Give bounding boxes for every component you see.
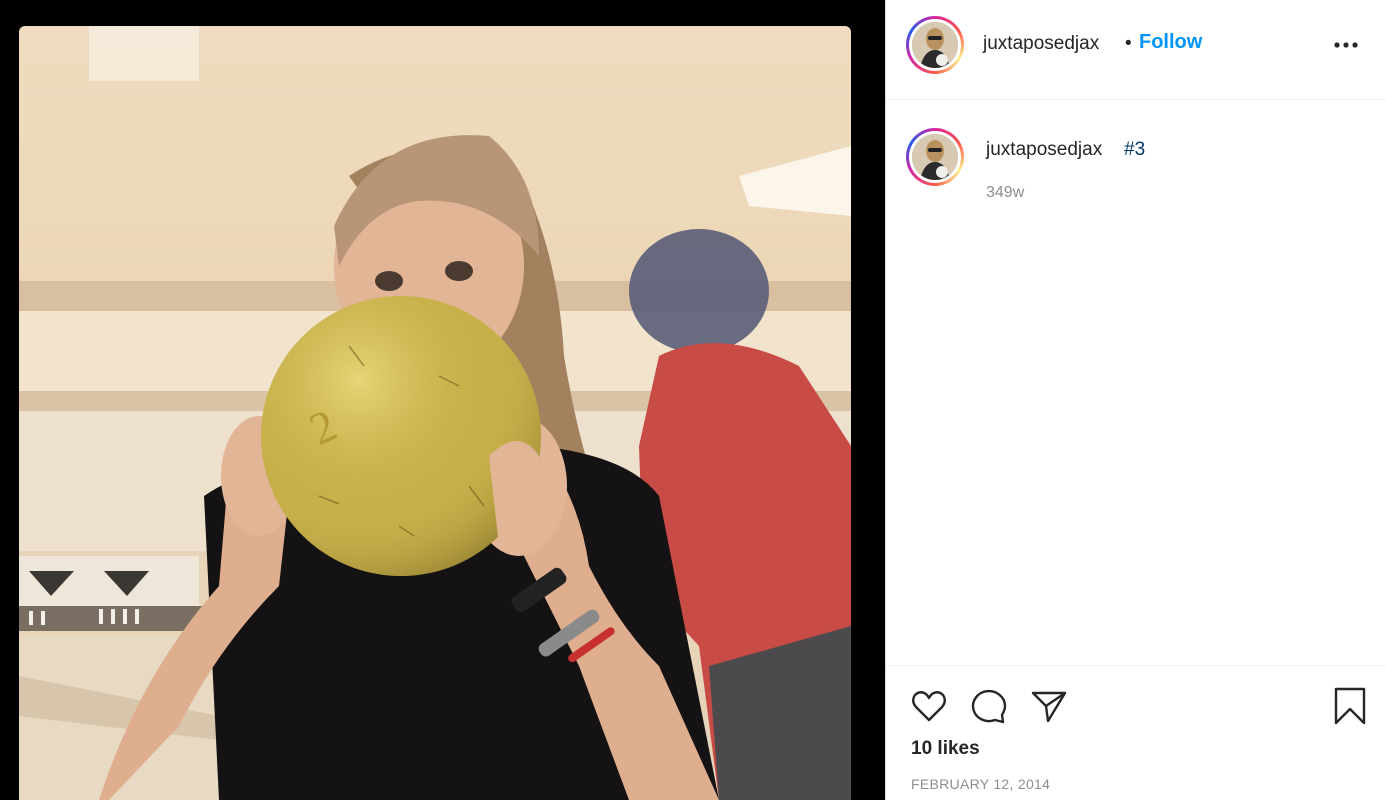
paper-plane-icon[interactable]	[1029, 686, 1069, 726]
comment-bubble-icon[interactable]	[969, 686, 1009, 726]
caption-age[interactable]: 349w	[986, 184, 1024, 202]
post-photo[interactable]: 2	[19, 26, 851, 800]
avatar-image	[912, 22, 958, 68]
story-ring[interactable]	[906, 16, 964, 74]
more-options-icon[interactable]	[1333, 32, 1359, 58]
photo-panel: 2	[0, 0, 885, 800]
header-username[interactable]: juxtaposedjax	[983, 33, 1099, 55]
likes-count[interactable]: 10 likes	[911, 738, 980, 760]
caption-avatar	[912, 134, 958, 180]
post-sidebar: juxtaposedjax • Follow juxtaposedjax #3 …	[885, 0, 1385, 800]
caption-username[interactable]: juxtaposedjax	[986, 139, 1102, 161]
post-header: juxtaposedjax • Follow	[886, 0, 1385, 100]
post-actions: 10 likes FEBRUARY 12, 2014	[886, 665, 1385, 800]
caption-hashtag[interactable]: #3	[1124, 139, 1145, 161]
follow-button[interactable]: Follow	[1139, 31, 1202, 54]
bookmark-icon[interactable]	[1330, 686, 1370, 726]
avatar	[912, 22, 958, 68]
separator-dot: •	[1125, 33, 1132, 54]
caption-avatar-image	[912, 134, 958, 180]
bowling-alley-photo: 2	[19, 26, 851, 800]
heart-icon[interactable]	[909, 686, 949, 726]
post-date[interactable]: FEBRUARY 12, 2014	[911, 776, 1050, 792]
caption-story-ring[interactable]	[906, 128, 964, 186]
